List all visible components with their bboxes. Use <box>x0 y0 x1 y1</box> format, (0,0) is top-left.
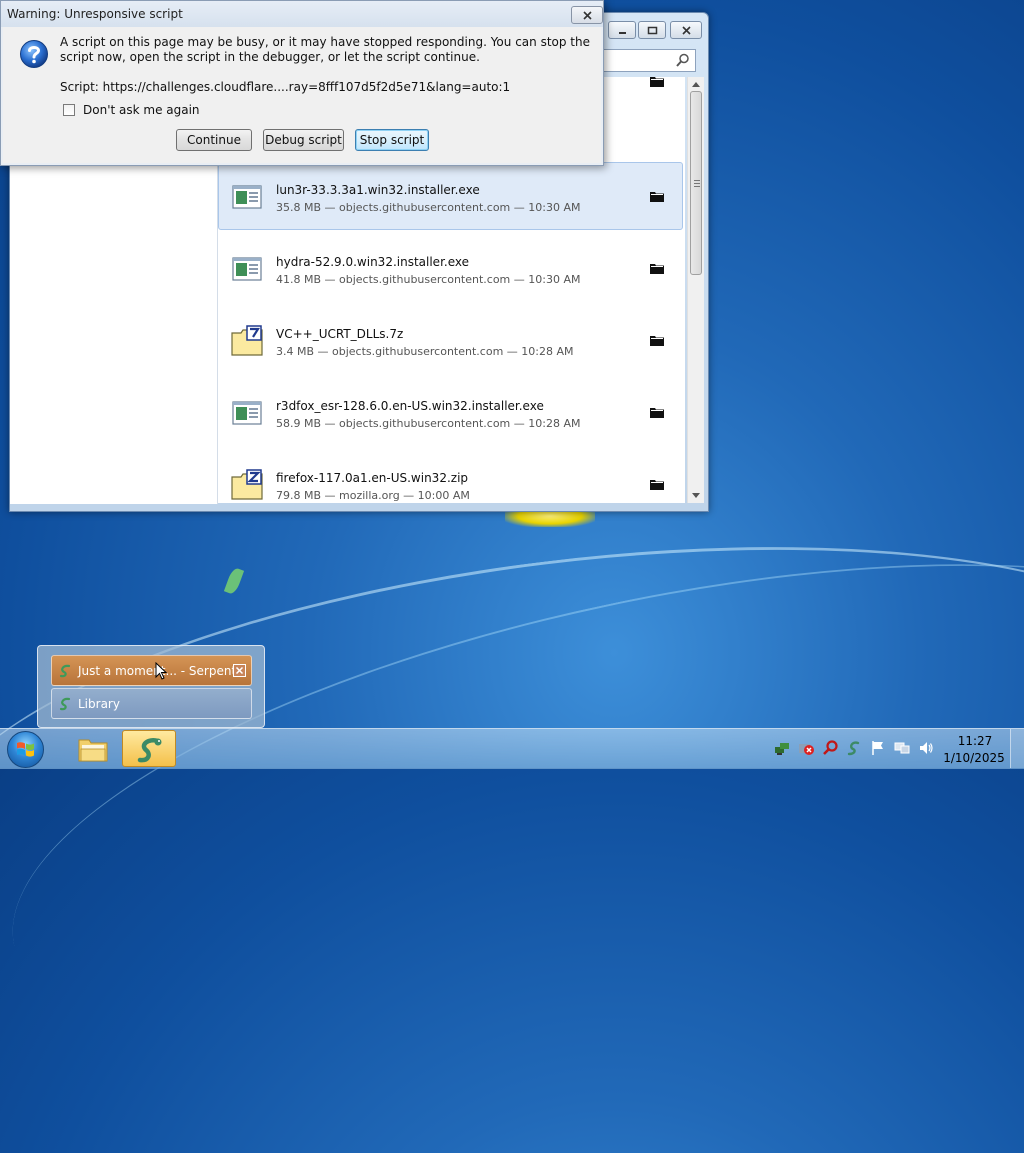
close-button[interactable] <box>670 21 702 39</box>
wallpaper-leaf <box>223 566 245 596</box>
maximize-icon <box>647 26 657 34</box>
display-icon[interactable] <box>894 740 910 756</box>
download-name: lun3r-33.3.3a1.win32.installer.exe <box>276 183 480 197</box>
open-folder-icon[interactable] <box>649 477 665 491</box>
serpent-icon[interactable] <box>846 740 862 756</box>
thumbnail-close-button[interactable] <box>233 664 246 677</box>
scroll-down-arrow-icon[interactable] <box>692 493 700 498</box>
download-status: 41.8 MB — objects.githubusercontent.com … <box>276 273 581 286</box>
download-status: 79.8 MB — mozilla.org — 10:00 AM <box>276 489 470 502</box>
folder-icon <box>78 739 108 762</box>
list-item[interactable]: r3dfox_esr-128.6.0.en-US.win32.installer… <box>218 378 683 446</box>
maximize-button[interactable] <box>638 21 666 39</box>
serpent-icon <box>59 664 71 678</box>
dont-ask-checkbox[interactable] <box>63 104 75 116</box>
close-icon <box>582 10 592 20</box>
show-desktop-button[interactable] <box>1010 729 1024 768</box>
list-item[interactable]: hydra-52.9.0.win32.installer.exe 41.8 MB… <box>218 234 683 302</box>
downloads-scrollbar[interactable] <box>687 77 704 503</box>
close-icon <box>235 666 244 675</box>
list-item[interactable]: firefox-117.0a1.en-US.win32.zip 79.8 MB … <box>218 450 683 503</box>
thumbnail-label: Library <box>78 697 120 711</box>
taskbar-thumbnail-popup: Just a moment... - Serpent Library <box>37 645 265 728</box>
7z-archive-icon <box>231 325 263 356</box>
exe-icon <box>232 185 262 209</box>
exe-icon <box>232 401 262 425</box>
unresponsive-script-dialog: Warning: Unresponsive script A script on… <box>0 0 604 166</box>
open-folder-icon[interactable] <box>649 261 665 275</box>
download-name: r3dfox_esr-128.6.0.en-US.win32.installer… <box>276 399 544 413</box>
list-item[interactable]: lun3r-33.3.3a1.win32.installer.exe 35.8 … <box>218 162 683 230</box>
mouse-cursor-icon <box>155 662 167 680</box>
question-icon <box>20 40 48 68</box>
download-status: 58.9 MB — objects.githubusercontent.com … <box>276 417 581 430</box>
search-input[interactable] <box>602 49 696 72</box>
zip-archive-icon <box>231 469 263 500</box>
clock-time[interactable]: 11:27 <box>950 734 1000 748</box>
open-folder-icon[interactable] <box>649 189 665 203</box>
start-button[interactable] <box>7 731 44 768</box>
download-status: 3.4 MB — objects.githubusercontent.com —… <box>276 345 574 358</box>
scroll-up-arrow-icon[interactable] <box>692 82 700 87</box>
download-name: VC++_UCRT_DLLs.7z <box>276 327 404 341</box>
dont-ask-label[interactable]: Don't ask me again <box>83 103 200 117</box>
script-url: Script: https://challenges.cloudflare...… <box>60 80 511 94</box>
download-name: firefox-117.0a1.en-US.win32.zip <box>276 471 469 485</box>
minimize-button[interactable] <box>608 21 636 39</box>
thumbnail-item-serpent-window[interactable]: Just a moment... - Serpent <box>51 655 252 686</box>
serpent-icon <box>59 697 71 711</box>
download-name: hydra-52.9.0.win32.installer.exe <box>276 255 469 269</box>
dialog-message: A script on this page may be busy, or it… <box>60 35 590 64</box>
thumbnail-item-library[interactable]: Library <box>51 688 252 719</box>
grip-icon <box>694 180 700 187</box>
dialog-body: A script on this page may be busy, or it… <box>3 27 601 163</box>
scroll-thumb[interactable] <box>690 91 702 275</box>
security-alert-icon[interactable] <box>798 740 814 756</box>
search-icon[interactable] <box>822 740 838 756</box>
open-folder-icon[interactable] <box>649 333 665 347</box>
network-icon[interactable] <box>774 740 790 756</box>
taskbar-serpent-button[interactable] <box>122 730 176 767</box>
download-status: 35.8 MB — objects.githubusercontent.com … <box>276 201 581 214</box>
action-center-flag-icon[interactable] <box>870 740 886 756</box>
open-folder-icon[interactable] <box>649 77 665 88</box>
clock-date[interactable]: 1/10/2025 <box>938 751 1010 765</box>
dialog-titlebar[interactable]: Warning: Unresponsive script <box>1 1 603 27</box>
search-icon <box>676 53 689 67</box>
exe-icon <box>232 257 262 281</box>
windows-logo-icon <box>17 742 34 757</box>
taskbar-explorer-button[interactable] <box>66 730 120 767</box>
close-icon <box>681 25 691 35</box>
dialog-close-button[interactable] <box>571 6 603 24</box>
open-folder-icon[interactable] <box>649 405 665 419</box>
volume-icon[interactable] <box>918 740 934 756</box>
continue-button[interactable]: Continue <box>176 129 252 151</box>
list-item[interactable]: VC++_UCRT_DLLs.7z 3.4 MB — objects.githu… <box>218 306 683 374</box>
serpent-icon <box>137 738 162 763</box>
debug-script-button[interactable]: Debug script <box>263 129 344 151</box>
minimize-icon <box>618 31 626 34</box>
stop-script-button[interactable]: Stop script <box>355 129 429 151</box>
dialog-title: Warning: Unresponsive script <box>7 7 183 21</box>
